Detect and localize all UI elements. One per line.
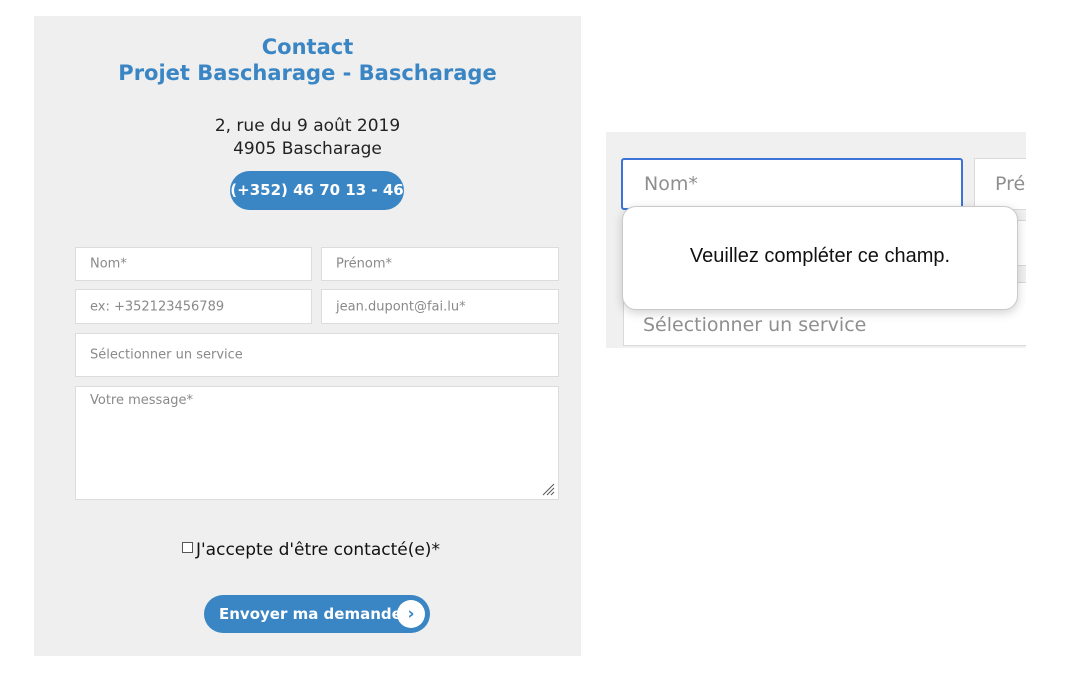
email-placeholder: jean.dupont@fai.lu* xyxy=(336,299,466,314)
service-select[interactable]: Sélectionner un service xyxy=(75,333,559,377)
validation-tooltip: Veuillez compléter ce champ. xyxy=(622,206,1018,310)
zoomed-validation-view: Nom* Pré Sélectionner un service Veuille… xyxy=(606,132,1026,348)
zoom-prenom-placeholder: Pré xyxy=(995,173,1026,195)
address-line-1: 2, rue du 9 août 2019 xyxy=(214,116,401,136)
zoom-service-placeholder: Sélectionner un service xyxy=(643,314,867,336)
validation-message: Veuillez compléter ce champ. xyxy=(689,245,951,267)
nom-placeholder: Nom* xyxy=(90,256,127,272)
chevron-right-icon: › xyxy=(397,600,425,628)
submit-label: Envoyer ma demande xyxy=(219,605,402,623)
zoom-nom-input[interactable]: Nom* xyxy=(621,158,963,210)
message-placeholder: Votre message* xyxy=(90,393,194,408)
zoom-nom-placeholder: Nom* xyxy=(644,173,698,195)
service-placeholder: Sélectionner un service xyxy=(90,347,243,363)
nom-input[interactable]: Nom* xyxy=(75,247,312,281)
contact-panel: Contact Projet Bascharage - Bascharage 2… xyxy=(34,16,581,656)
prenom-placeholder: Prénom* xyxy=(336,256,393,272)
resize-handle-icon[interactable] xyxy=(541,482,555,496)
consent-row: J'accepte d'être contacté(e)* xyxy=(182,540,440,560)
project-title: Projet Bascharage - Bascharage xyxy=(118,61,497,85)
zoom-prenom-input[interactable]: Pré xyxy=(974,158,1026,210)
email-input[interactable]: jean.dupont@fai.lu* xyxy=(321,289,559,324)
phone-placeholder: ex: +352123456789 xyxy=(90,299,225,314)
prenom-input[interactable]: Prénom* xyxy=(321,247,559,281)
contact-title: Contact xyxy=(261,35,354,59)
address-line-2: 4905 Bascharage xyxy=(233,139,382,159)
phone-button[interactable]: (+352) 46 70 13 - 46 xyxy=(230,171,404,210)
consent-label[interactable]: J'accepte d'être contacté(e)* xyxy=(196,540,440,560)
phone-input[interactable]: ex: +352123456789 xyxy=(75,289,312,324)
consent-checkbox[interactable] xyxy=(182,541,193,553)
message-textarea[interactable]: Votre message* xyxy=(75,386,559,500)
submit-button[interactable]: Envoyer ma demande › xyxy=(204,595,430,633)
